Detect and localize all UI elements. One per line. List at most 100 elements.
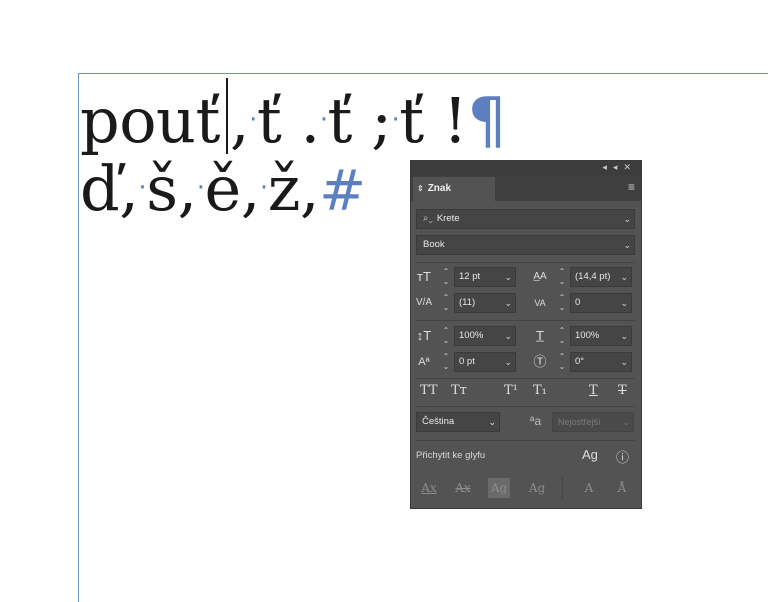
- anti-alias-select: Nejostřejší ⌄: [552, 412, 634, 432]
- strikethrough-button[interactable]: T: [618, 383, 627, 398]
- tracking-stepper[interactable]: ⌃ ⌄: [556, 293, 568, 313]
- info-icon[interactable]: ⓘ: [616, 447, 629, 466]
- horizontal-scale-value: 100%: [575, 330, 600, 341]
- leading-stepper[interactable]: ⌃ ⌄: [556, 267, 568, 287]
- kerning-field[interactable]: (11) ⌄: [454, 293, 516, 313]
- font-family-field[interactable]: ⌕⌄ Krete ⌄: [416, 209, 635, 229]
- language-select[interactable]: Čeština ⌄: [416, 412, 500, 432]
- end-of-story-icon: #: [319, 159, 366, 224]
- chevron-down-icon[interactable]: ⌄: [620, 327, 628, 345]
- space-marker: ·: [249, 105, 257, 135]
- superscript-button[interactable]: T¹: [504, 383, 518, 398]
- rotation-icon: Ⓣ: [533, 354, 547, 369]
- panel-tab-row: ⇕ Znak ≡: [411, 175, 641, 201]
- font-size-field[interactable]: 12 pt ⌄: [454, 267, 516, 287]
- baseline-shift-stepper[interactable]: ⌃ ⌄: [440, 352, 452, 372]
- glyph-guide-icon[interactable]: Ag: [582, 447, 598, 462]
- snap-baseline-button[interactable]: Ax: [418, 478, 440, 498]
- tracking-value: 0: [575, 297, 581, 308]
- horizontal-scale-field[interactable]: 100% ⌄: [570, 326, 632, 346]
- anti-alias-value: Nejostřejší: [558, 417, 601, 427]
- chevron-down-icon[interactable]: ⌄: [620, 353, 628, 371]
- period[interactable]: .: [301, 84, 321, 157]
- divider: [416, 378, 635, 379]
- font-family-value: Krete: [436, 213, 460, 224]
- vertical-scale-stepper[interactable]: ⌃ ⌄: [440, 326, 452, 346]
- baseline-shift-icon: Aª: [418, 356, 430, 368]
- collapse-icon[interactable]: ◂◂: [602, 162, 623, 172]
- font-style-field[interactable]: Book ⌄: [416, 235, 635, 255]
- text-caret: [225, 78, 228, 154]
- menu-icon[interactable]: ≡: [628, 181, 635, 193]
- chevron-down-icon[interactable]: ⌄: [504, 353, 512, 371]
- snap-anchor-button[interactable]: Å: [611, 478, 633, 498]
- rotation-stepper[interactable]: ⌃ ⌄: [556, 352, 568, 372]
- char-e-caron[interactable]: ě: [205, 152, 242, 225]
- comma[interactable]: ,: [119, 152, 139, 225]
- tab-label: Znak: [427, 183, 452, 194]
- semicolon[interactable]: ;: [371, 84, 392, 157]
- exclamation-mark[interactable]: !: [443, 84, 468, 157]
- font-size-stepper[interactable]: ⌃ ⌄: [440, 267, 452, 287]
- word-pout[interactable]: pouť: [80, 84, 220, 157]
- document-line-1[interactable]: pouť ,·ť .·ť ;·ť !¶: [80, 78, 507, 157]
- horizontal-scale-stepper[interactable]: ⌃ ⌄: [556, 326, 568, 346]
- snap-angular-button[interactable]: A: [578, 478, 600, 498]
- snap-glyph-bounds-button[interactable]: Ag: [488, 478, 510, 498]
- chevron-down-icon[interactable]: ⌄: [623, 210, 631, 228]
- char-z-caron[interactable]: ž: [268, 152, 301, 225]
- snap-to-glyph-label: Přichytit ke glyfu: [416, 450, 486, 461]
- search-icon[interactable]: ⌕⌄: [423, 213, 433, 224]
- small-caps-button[interactable]: Tт: [451, 383, 467, 398]
- chevron-down-icon[interactable]: ⌄: [504, 268, 512, 286]
- chevron-down-icon[interactable]: ⌄: [504, 294, 512, 312]
- comma[interactable]: ,: [230, 84, 250, 157]
- kerning-icon: V/A: [415, 297, 433, 308]
- chevron-down-icon[interactable]: ⌄: [623, 236, 631, 254]
- document-line-2[interactable]: ď,·š,·ě,·ž,#: [80, 158, 366, 220]
- chevron-down-icon: ⌄: [622, 417, 630, 427]
- text-frame-left-edge: [78, 73, 79, 602]
- baseline-shift-value: 0 pt: [459, 356, 475, 367]
- divider: [416, 320, 635, 321]
- underline-button[interactable]: T: [589, 383, 598, 398]
- vertical-scale-field[interactable]: 100% ⌄: [454, 326, 516, 346]
- panel-title-bar[interactable]: ◂◂✕: [411, 161, 641, 175]
- rotation-value: 0°: [575, 356, 585, 367]
- all-caps-button[interactable]: TT: [420, 383, 438, 398]
- snap-x-height-button[interactable]: Ax: [452, 478, 474, 498]
- char-t-caron[interactable]: ť: [399, 84, 424, 157]
- baseline-shift-field[interactable]: 0 pt ⌄: [454, 352, 516, 372]
- language-value: Čeština: [422, 416, 455, 427]
- snap-proximity-button[interactable]: Ag: [526, 478, 548, 498]
- chevron-down-icon[interactable]: ⌄: [488, 413, 496, 431]
- chevron-down-icon[interactable]: ⌄: [620, 294, 628, 312]
- kerning-value: (11): [459, 297, 476, 308]
- chevron-down-icon[interactable]: ⌄: [620, 268, 628, 286]
- tab-character[interactable]: ⇕ Znak: [413, 177, 495, 201]
- font-size-value: 12 pt: [459, 271, 481, 282]
- chevron-down-icon[interactable]: ⌄: [504, 327, 512, 345]
- divider: [416, 406, 635, 407]
- divider: [416, 440, 635, 441]
- leading-field[interactable]: (14,4 pt) ⌄: [570, 267, 632, 287]
- vertical-scale-icon: ↕T: [416, 328, 432, 343]
- subscript-button[interactable]: T₁: [533, 383, 547, 398]
- tab-collapse-arrows-icon[interactable]: ⇕: [417, 184, 424, 193]
- char-t-caron[interactable]: ť: [257, 84, 282, 157]
- divider: [416, 262, 635, 263]
- close-icon[interactable]: ✕: [623, 162, 637, 172]
- space-marker: ·: [259, 173, 268, 203]
- char-d-caron[interactable]: ď: [80, 152, 120, 225]
- char-t-caron[interactable]: ť: [327, 84, 352, 157]
- leading-icon: A̲A: [533, 271, 547, 282]
- space-marker: ·: [196, 173, 205, 203]
- comma[interactable]: ,: [241, 152, 261, 225]
- comma[interactable]: ,: [178, 152, 198, 225]
- kerning-stepper[interactable]: ⌃ ⌄: [440, 293, 452, 313]
- comma[interactable]: ,: [300, 152, 320, 225]
- pilcrow-icon: ¶: [467, 84, 507, 157]
- char-s-caron[interactable]: š: [146, 152, 178, 225]
- tracking-field[interactable]: 0 ⌄: [570, 293, 632, 313]
- rotation-field[interactable]: 0° ⌄: [570, 352, 632, 372]
